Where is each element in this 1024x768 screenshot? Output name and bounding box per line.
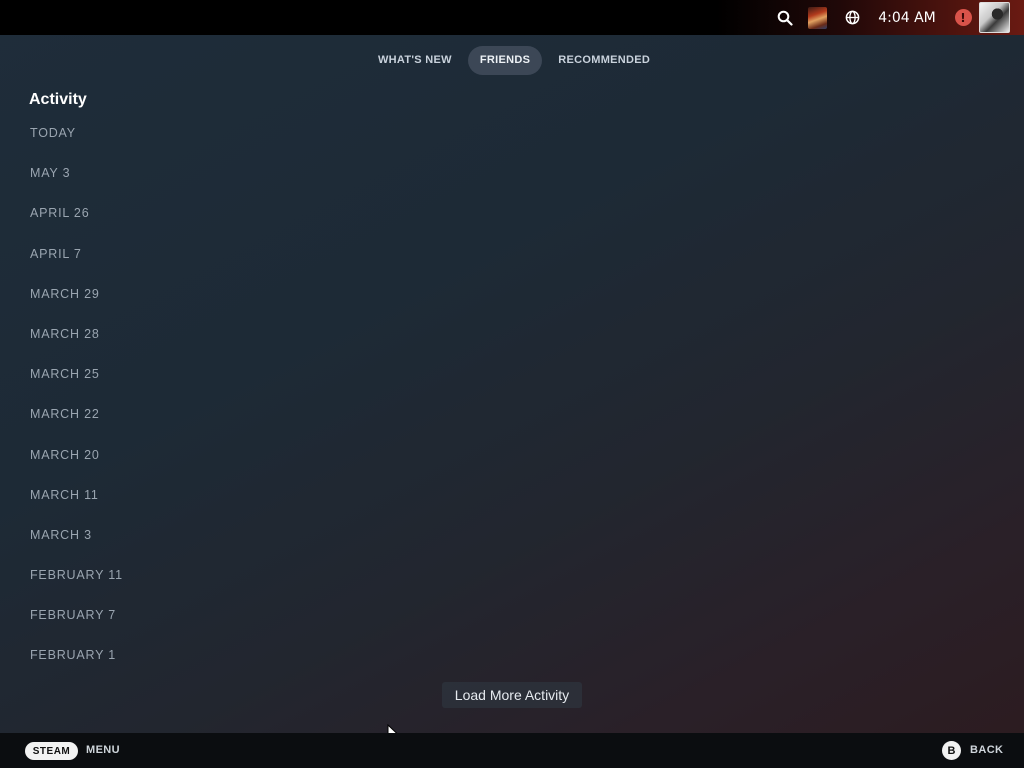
activity-date: TODAY	[30, 126, 76, 140]
tab-whats-new[interactable]: WHAT'S NEW	[366, 46, 464, 75]
activity-title: Activity	[29, 91, 87, 108]
avatar[interactable]	[979, 0, 1010, 35]
status-bar: 4:04 AM !	[0, 0, 1024, 35]
activity-date-list: TODAY MAY 3 APRIL 26 APRIL 7 MARCH 29 MA…	[30, 125, 123, 688]
activity-date: MARCH 11	[30, 487, 99, 502]
tab-bar: WHAT'S NEW FRIENDS RECOMMENDED	[366, 46, 662, 75]
menu-label[interactable]: MENU	[86, 733, 120, 768]
activity-date: MARCH 25	[30, 367, 100, 382]
activity-date: APRIL 7	[30, 246, 82, 261]
tab-recommended[interactable]: RECOMMENDED	[546, 46, 662, 75]
activity-date: MAY 3	[30, 166, 71, 181]
load-more-activity-button[interactable]: Load More Activity	[442, 682, 582, 708]
clock: 4:04 AM	[878, 9, 936, 26]
game-thumbnail-image	[808, 6, 827, 29]
avatar-image	[979, 2, 1010, 33]
activity-date: MARCH 22	[30, 407, 100, 422]
back-label[interactable]: BACK	[970, 733, 1003, 768]
activity-date: APRIL 26	[30, 206, 90, 221]
activity-date: MARCH 20	[30, 447, 100, 462]
tab-friends[interactable]: FRIENDS	[467, 46, 543, 75]
alert-icon[interactable]: !	[952, 0, 974, 35]
activity-date: FEBRUARY 1	[30, 648, 117, 663]
footer-bar: STEAM MENU B BACK	[0, 733, 1024, 768]
activity-date: MARCH 28	[30, 326, 100, 341]
activity-date: FEBRUARY 7	[30, 608, 117, 623]
globe-icon[interactable]	[841, 0, 863, 35]
alert-badge: !	[954, 9, 972, 26]
activity-date: FEBRUARY 11	[30, 568, 123, 583]
b-button-icon[interactable]: B	[942, 741, 961, 760]
search-icon[interactable]	[774, 0, 796, 35]
game-thumbnail[interactable]	[807, 0, 828, 35]
steam-button[interactable]: STEAM	[25, 742, 78, 760]
activity-date: MARCH 3	[30, 527, 92, 542]
activity-date: MARCH 29	[30, 286, 100, 301]
